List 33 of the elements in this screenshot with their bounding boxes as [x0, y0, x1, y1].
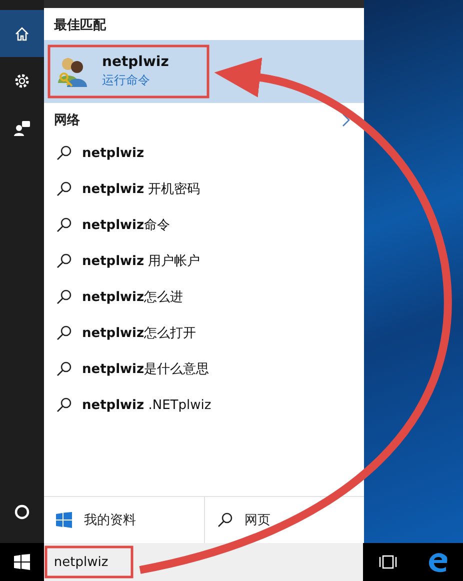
search-icon	[56, 217, 72, 233]
search-icon	[56, 325, 72, 341]
windows-logo-icon	[14, 554, 30, 570]
windows-logo-icon	[56, 512, 72, 528]
footer-link[interactable]: 我的资料	[84, 511, 136, 529]
settings-icon	[14, 72, 30, 88]
search-icon	[56, 361, 72, 377]
suggestion-link[interactable]: netplwiz命令	[82, 216, 170, 234]
chevron-right-icon[interactable]	[342, 113, 350, 127]
search-icon	[56, 145, 72, 161]
suggestion-link[interactable]: netplwiz .NETplwiz	[82, 398, 212, 412]
person-speech-icon	[14, 120, 30, 136]
search-icon	[56, 253, 72, 269]
search-icon	[216, 512, 232, 528]
home-icon	[14, 26, 30, 42]
result-subtitle: 运行命令	[102, 72, 151, 89]
search-icon	[56, 181, 72, 197]
suggestion-link[interactable]: netplwiz	[82, 146, 144, 160]
suggestion-link[interactable]: netplwiz怎么打开	[82, 324, 196, 342]
suggestion-link[interactable]: netplwiz怎么进	[82, 288, 184, 306]
search-icon	[56, 397, 72, 413]
result-title: netplwiz	[102, 54, 169, 70]
search-icon	[56, 289, 72, 305]
home-button[interactable]	[0, 10, 44, 57]
section-heading: 网络	[54, 112, 80, 129]
suggestion-link[interactable]: netplwiz 用户帐户	[82, 252, 200, 270]
suggestion-link[interactable]: netplwiz 开机密码	[82, 180, 200, 198]
section-heading: 最佳匹配	[54, 17, 106, 34]
footer-link[interactable]: 网页	[244, 511, 270, 529]
suggestion-link[interactable]: netplwiz是什么意思	[82, 360, 210, 378]
circle-icon	[14, 504, 30, 520]
task-view-icon	[378, 555, 398, 569]
browser-e-icon	[427, 551, 450, 573]
